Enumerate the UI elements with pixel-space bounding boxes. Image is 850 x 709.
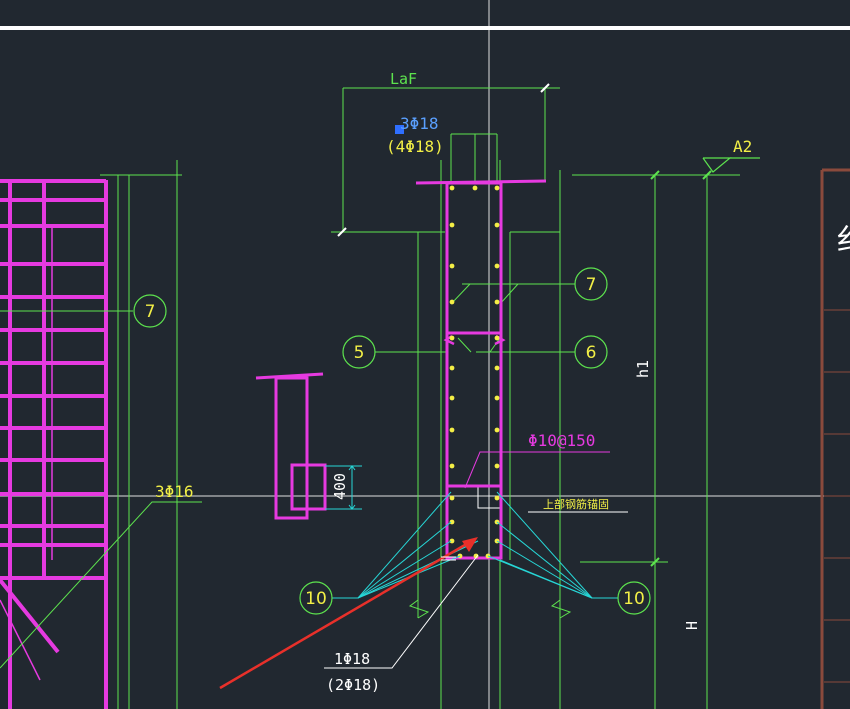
break-lines xyxy=(408,599,572,619)
rebar-dot xyxy=(449,395,455,401)
right-frame-glyph: 纟 xyxy=(836,223,850,258)
rebar-dot xyxy=(494,427,500,433)
cad-drawing-canvas[interactable]: 纟 xyxy=(0,0,850,709)
bottom-bars-label[interactable]: 1Φ18 xyxy=(334,650,370,668)
rebar-dots xyxy=(449,185,500,559)
stirrup-label[interactable]: Φ10@150 xyxy=(528,431,595,450)
bubble-10-left-label: 10 xyxy=(305,589,327,609)
rebar-dot xyxy=(449,222,455,228)
bubble-10-left[interactable]: 10 xyxy=(299,581,333,615)
bubble-6-label: 6 xyxy=(586,343,597,363)
bubble-5[interactable]: 5 xyxy=(342,335,376,369)
dim-400-label[interactable]: 400 xyxy=(331,473,349,500)
rebar-dot xyxy=(494,222,500,228)
green-guide-lines xyxy=(0,87,740,709)
rebar-dot xyxy=(449,335,455,341)
note-label[interactable]: 上部钢筋锚固 xyxy=(543,497,609,511)
bubble-7-right[interactable]: 7 xyxy=(574,267,608,301)
rebar-dot xyxy=(449,263,455,269)
rebar-dot xyxy=(472,185,478,191)
bubble-7-left[interactable]: 7 xyxy=(133,294,167,328)
rebar-dot xyxy=(494,299,500,305)
right-frame-rows xyxy=(824,309,850,683)
rebar-dot xyxy=(494,335,500,341)
rebar-dot xyxy=(449,365,455,371)
top-bars-alt-label[interactable]: (4Φ18) xyxy=(386,137,444,156)
green-ticks xyxy=(650,170,712,567)
rebar-dot xyxy=(449,185,455,191)
rebar-dot xyxy=(494,463,500,469)
bubble-6[interactable]: 6 xyxy=(574,335,608,369)
rebar-dot xyxy=(494,495,500,501)
axis-tag-symbol xyxy=(702,157,760,173)
side-bars-label[interactable]: 3Φ16 xyxy=(155,482,194,501)
leaders-bubble-10-left xyxy=(332,491,479,599)
h1-label[interactable]: h1 xyxy=(634,360,652,378)
rebar-dot xyxy=(494,263,500,269)
rebar-dot xyxy=(449,299,455,305)
rebar-dot xyxy=(449,427,455,433)
bubble-10-right[interactable]: 10 xyxy=(617,581,651,615)
rebar-dot xyxy=(494,395,500,401)
left-rebar-cage xyxy=(0,179,108,709)
rebar-dot xyxy=(449,495,455,501)
top-border-line xyxy=(0,26,850,30)
axis-tag-label[interactable]: A2 xyxy=(733,137,752,156)
H-label[interactable]: H xyxy=(683,621,701,630)
bubble-7-right-label: 7 xyxy=(586,275,597,295)
bubble-10-right-label: 10 xyxy=(623,589,645,609)
stirrup-leader xyxy=(464,451,610,489)
column-hooks xyxy=(443,334,506,346)
rebar-dot xyxy=(449,463,455,469)
top-bars-label[interactable]: 3Φ18 xyxy=(400,114,439,133)
column-section xyxy=(415,179,547,560)
laf-label[interactable]: LaF xyxy=(390,70,417,88)
bubble-7-left-label: 7 xyxy=(145,302,156,322)
bottom-bars-alt-label[interactable]: (2Φ18) xyxy=(326,676,380,694)
bubble-5-label: 5 xyxy=(354,343,365,363)
rebar-dot xyxy=(494,185,500,191)
dimension-ticks xyxy=(337,83,550,237)
rebar-dot xyxy=(494,365,500,371)
